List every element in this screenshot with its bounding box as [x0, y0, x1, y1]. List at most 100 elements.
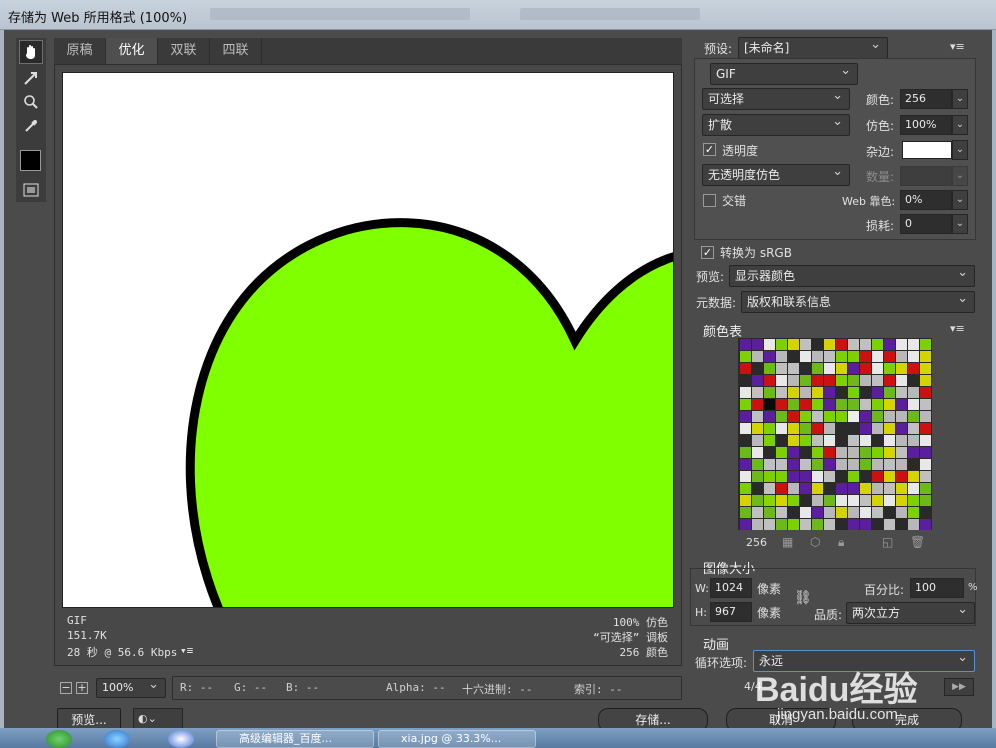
zoom-in-button[interactable]: + — [76, 682, 88, 694]
preview-select[interactable]: 显示器颜色 — [729, 263, 975, 287]
lossy-field[interactable]: 0 — [900, 214, 952, 234]
tab-optimized[interactable]: 优化 — [106, 38, 158, 64]
color-swatch — [764, 399, 775, 410]
percent-unit: % — [968, 582, 978, 593]
color-table-grid[interactable] — [738, 338, 932, 530]
metadata-select[interactable]: 版权和联系信息 — [741, 289, 975, 313]
color-swatch — [812, 399, 823, 410]
color-swatch — [860, 471, 871, 482]
color-swatch — [896, 471, 907, 482]
tab-2up[interactable]: 双联 — [158, 38, 210, 64]
taskbar-item-editor[interactable]: 高级编辑器_百度... — [216, 730, 374, 748]
color-table-swatches[interactable] — [738, 338, 932, 530]
toggle-slices-icon[interactable] — [19, 178, 43, 202]
color-swatch — [920, 459, 931, 470]
width-label: W: — [695, 582, 709, 595]
color-swatch — [788, 459, 799, 470]
lossy-dropdown-button[interactable]: ⌄ — [952, 214, 968, 234]
lock-color-icon[interactable]: 🔒︎ — [838, 535, 844, 550]
dither-dropdown-button[interactable]: ⌄ — [952, 115, 968, 135]
color-swatch — [788, 447, 799, 458]
color-swatch — [896, 339, 907, 350]
web-snap-dropdown-button[interactable]: ⌄ — [952, 190, 968, 210]
color-swatch — [788, 411, 799, 422]
dither-field[interactable]: 100% — [900, 115, 952, 135]
color-swatch — [776, 387, 787, 398]
transparency-checkbox[interactable]: ✓ — [703, 143, 716, 156]
color-swatch — [896, 387, 907, 398]
color-swatch — [884, 411, 895, 422]
color-swatch — [872, 399, 883, 410]
color-swatch — [776, 399, 787, 410]
color-swatch — [824, 483, 835, 494]
width-field[interactable]: 1024 — [710, 578, 752, 598]
taskbar-app-icon-3[interactable] — [168, 730, 194, 748]
color-swatch — [824, 507, 835, 518]
color-swatch — [920, 351, 931, 362]
color-swatch — [860, 339, 871, 350]
map-transparent-icon[interactable]: ▦ — [782, 535, 793, 549]
zoom-tool-icon[interactable] — [19, 90, 43, 114]
colors-field[interactable]: 256 — [900, 89, 952, 109]
height-field[interactable]: 967 — [710, 602, 752, 622]
color-swatch — [764, 339, 775, 350]
new-color-icon[interactable]: ◱ — [882, 535, 893, 549]
color-swatch — [812, 375, 823, 386]
matte-dropdown-button[interactable]: ⌄ — [952, 140, 968, 160]
color-swatch — [884, 471, 895, 482]
color-swatch — [776, 375, 787, 386]
preset-select[interactable]: [未命名] — [738, 35, 888, 59]
info-download-time: 28 秒 @ 56.6 Kbps — [67, 646, 178, 659]
color-swatch — [788, 495, 799, 506]
transparency-dither-select[interactable]: 无透明度仿色 — [702, 162, 850, 186]
slice-select-tool-icon[interactable] — [19, 66, 43, 90]
format-select[interactable]: GIF — [710, 61, 858, 85]
convert-srgb-checkbox[interactable]: ✓ — [701, 246, 714, 259]
hand-tool-icon[interactable] — [19, 40, 43, 64]
zoom-out-button[interactable]: − — [60, 682, 72, 694]
color-swatch — [836, 435, 847, 446]
color-swatch — [896, 363, 907, 374]
color-swatch — [740, 471, 751, 482]
quality-select[interactable]: 两次立方 — [846, 600, 975, 624]
matte-color-swatch[interactable] — [902, 141, 952, 159]
color-swatch — [920, 339, 931, 350]
color-swatch — [800, 339, 811, 350]
color-swatch — [920, 423, 931, 434]
color-swatch — [752, 507, 763, 518]
color-swatch — [824, 423, 835, 434]
taskbar-item-photoshop[interactable]: xia.jpg @ 33.3%... — [378, 730, 536, 748]
zoom-select[interactable]: 100% — [96, 676, 166, 698]
web-snap-field[interactable]: 0% — [900, 190, 952, 210]
color-swatch — [740, 411, 751, 422]
delete-color-icon[interactable]: 🗑︎ — [910, 535, 925, 549]
color-swatch — [740, 495, 751, 506]
taskbar-browser-icon[interactable] — [104, 730, 130, 748]
color-swatch — [740, 387, 751, 398]
colors-dropdown-button[interactable]: ⌄ — [952, 89, 968, 109]
optimize-menu-icon[interactable]: ▾≡ — [950, 40, 965, 53]
interlaced-checkbox[interactable] — [703, 194, 716, 207]
constrain-proportions-icon[interactable]: ⛓︎ — [794, 590, 812, 606]
color-swatch — [908, 351, 919, 362]
tab-4up[interactable]: 四联 — [210, 38, 262, 64]
color-swatch — [800, 459, 811, 470]
color-swatch — [884, 447, 895, 458]
taskbar-app-icon-1[interactable] — [46, 730, 72, 748]
download-speed-menu-icon[interactable]: ▾≡ — [180, 644, 193, 657]
tab-original[interactable]: 原稿 — [54, 38, 106, 64]
image-preview[interactable] — [62, 72, 674, 608]
dither-algorithm-select[interactable]: 扩散 — [702, 112, 850, 136]
interlaced-label: 交错 — [722, 194, 747, 208]
reduction-select[interactable]: 可选择 — [702, 86, 850, 110]
color-swatch — [740, 339, 751, 350]
color-swatch — [908, 375, 919, 386]
percent-field[interactable]: 100 — [910, 578, 964, 598]
color-swatch — [884, 363, 895, 374]
web-shift-icon[interactable]: ⬡ — [810, 535, 820, 549]
color-swatch — [872, 447, 883, 458]
browser-select-icon[interactable]: ◐⌄ — [133, 708, 183, 730]
color-table-menu-icon[interactable]: ▾≡ — [950, 322, 965, 335]
eyedropper-color-swatch[interactable] — [20, 150, 41, 171]
eyedropper-tool-icon[interactable] — [19, 114, 43, 138]
